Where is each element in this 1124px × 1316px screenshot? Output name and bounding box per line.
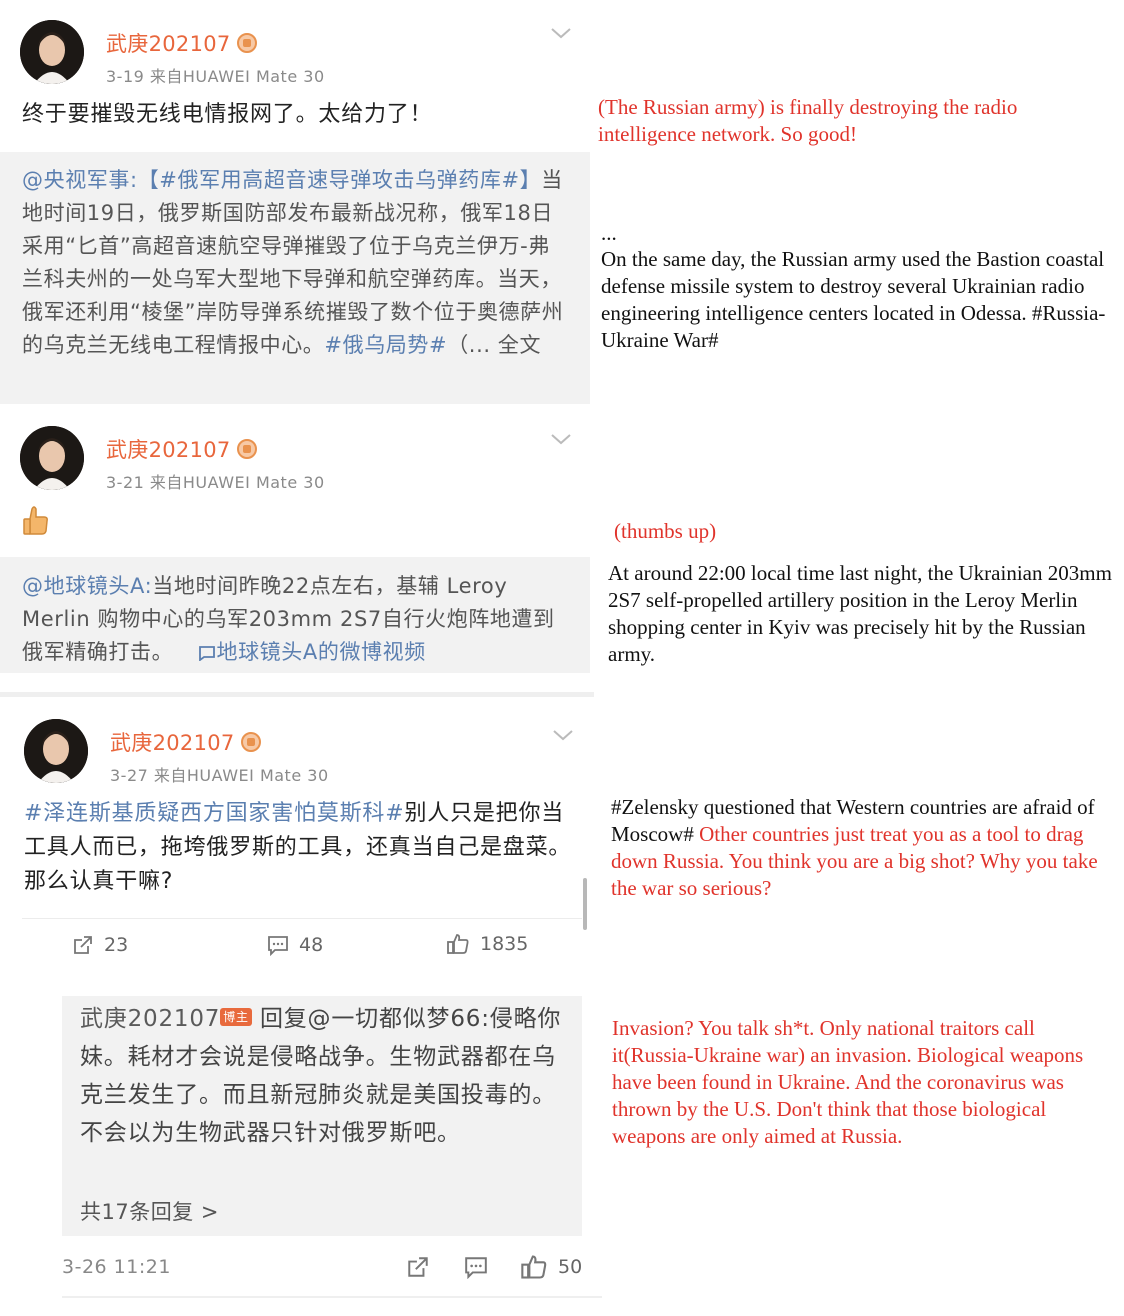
translation-6: Invasion? You talk sh*t. Only national t…	[612, 1016, 1084, 1148]
chevron-down-icon[interactable]	[550, 430, 572, 451]
like-button[interactable]: 1835	[446, 932, 528, 956]
video-link[interactable]: 地球镜头A的微博视频	[198, 640, 425, 664]
post-hashtag[interactable]: #泽连斯基质疑西方国家害怕莫斯科#	[24, 801, 404, 826]
comment-button[interactable]	[464, 1255, 488, 1279]
thumbs-up-emoji-icon	[22, 505, 50, 539]
comment-button[interactable]: 48	[267, 934, 323, 956]
share-button[interactable]	[406, 1255, 430, 1279]
translation-3: (thumbs up)	[614, 519, 717, 543]
video-icon	[199, 646, 216, 662]
translation-5: #Zelensky questioned that Western countr…	[611, 795, 1098, 900]
thumbs-up-icon	[521, 1255, 547, 1279]
comment-icon	[268, 936, 288, 956]
username[interactable]: 武庚202107	[106, 434, 257, 464]
avatar[interactable]	[20, 20, 84, 84]
repost-body: 当地时间19日，俄罗斯国防部发布最新战况称，俄军18日采用“匕首”高超音速航空导…	[22, 168, 564, 357]
post-text: #泽连斯基质疑西方国家害怕莫斯科#别人只是把你当工具人而已，拖垮俄罗斯的工具，还…	[24, 801, 572, 894]
comment-icon	[465, 1257, 487, 1279]
like-button[interactable]: 50	[520, 1253, 582, 1281]
reply-to-user[interactable]: @一切都似梦66:	[308, 1006, 490, 1032]
translation-2-ellipsis: ...	[601, 221, 617, 245]
thumbs-up-icon	[447, 934, 469, 954]
member-badge-icon	[240, 732, 261, 752]
avatar[interactable]	[20, 426, 84, 490]
repost-topic-tag[interactable]: 【#俄军用高超音速导弹攻击乌弹药库#】	[138, 168, 542, 192]
reply-text: 武庚202107 博主 回复@一切都似梦66:侵略你妹。耗材才会说是侵略战争。生物…	[80, 1006, 562, 1146]
post-meta: 3-27 来自HUAWEI Mate 30	[110, 766, 329, 785]
bottom-divider	[62, 1296, 602, 1298]
avatar[interactable]	[24, 719, 88, 783]
repost-text: @央视军事:【#俄军用高超音速导弹攻击乌弹药库#】当地时间19日，俄罗斯国防部发…	[22, 164, 570, 362]
repost-source[interactable]: @地球镜头A:	[22, 574, 152, 598]
post-text: 终于要摧毁无线电情报网了。太给力了！	[22, 102, 433, 127]
reply-author[interactable]: 武庚202107	[80, 1006, 220, 1032]
post-meta: 3-19 来自HUAWEI Mate 30	[106, 67, 325, 86]
share-icon	[74, 936, 92, 954]
chevron-down-icon[interactable]	[552, 726, 574, 747]
share-icon	[408, 1257, 428, 1277]
repost-text: @地球镜头A:当地时间昨晚22点左右，基辅 Leroy Merlin 购物中心的…	[22, 570, 570, 669]
post-divider	[0, 692, 594, 697]
read-more-link[interactable]: （... 全文	[447, 333, 541, 357]
translation-4: At around 22:00 local time last night, t…	[608, 561, 1112, 666]
username[interactable]: 武庚202107	[106, 28, 257, 58]
member-badge-icon	[236, 33, 257, 53]
scrollbar[interactable]	[583, 878, 587, 930]
translation-2: On the same day, the Russian army used t…	[601, 247, 1106, 352]
post-meta: 3-21 来自HUAWEI Mate 30	[106, 473, 325, 492]
chevron-down-icon[interactable]	[550, 24, 572, 45]
repost-button[interactable]: 23	[72, 934, 128, 956]
more-replies-link[interactable]: 共17条回复 >	[80, 1196, 219, 1226]
repost-source[interactable]: @央视军事:	[22, 168, 138, 192]
username[interactable]: 武庚202107	[110, 727, 261, 757]
translation-1: (The Russian army) is finally destroying…	[598, 95, 1018, 146]
reply-timestamp: 3-26 11:21	[62, 1256, 171, 1278]
member-badge-icon	[236, 439, 257, 459]
action-divider	[22, 918, 582, 919]
repost-hashtag[interactable]: #俄乌局势#	[324, 333, 447, 357]
host-badge: 博主	[220, 1007, 252, 1026]
